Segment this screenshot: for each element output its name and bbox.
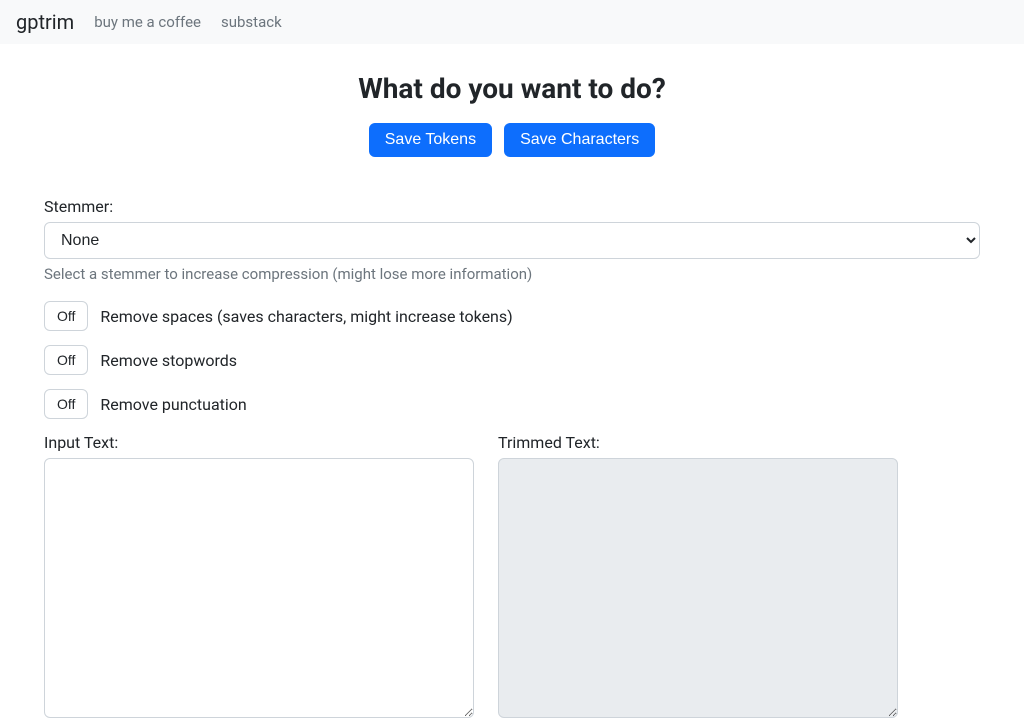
toggle-remove-stopwords-row: Off Remove stopwords — [44, 345, 980, 375]
stemmer-help-text: Select a stemmer to increase compression… — [44, 265, 980, 283]
toggle-remove-punctuation-row: Off Remove punctuation — [44, 389, 980, 419]
input-textarea[interactable] — [44, 458, 474, 718]
navbar: gptrim buy me a coffee substack — [0, 0, 1024, 44]
stemmer-select[interactable]: None — [44, 222, 980, 259]
output-text-label: Trimmed Text: — [498, 433, 898, 452]
action-buttons: Save Tokens Save Characters — [44, 123, 980, 157]
toggle-remove-punctuation[interactable]: Off — [44, 389, 88, 419]
toggle-remove-spaces-label: Remove spaces (saves characters, might i… — [100, 307, 512, 326]
save-characters-button[interactable]: Save Characters — [504, 123, 655, 157]
toggle-remove-spaces-row: Off Remove spaces (saves characters, mig… — [44, 301, 980, 331]
toggle-remove-stopwords[interactable]: Off — [44, 345, 88, 375]
save-tokens-button[interactable]: Save Tokens — [369, 123, 492, 157]
input-text-label: Input Text: — [44, 433, 474, 452]
toggle-remove-spaces[interactable]: Off — [44, 301, 88, 331]
main-container: What do you want to do? Save Tokens Save… — [32, 72, 992, 718]
toggle-remove-punctuation-label: Remove punctuation — [100, 395, 246, 414]
brand-link[interactable]: gptrim — [16, 10, 74, 34]
page-title: What do you want to do? — [44, 72, 980, 105]
toggle-remove-stopwords-label: Remove stopwords — [100, 351, 237, 370]
stemmer-label: Stemmer: — [44, 197, 980, 216]
output-textarea — [498, 458, 898, 718]
nav-link-substack[interactable]: substack — [221, 13, 282, 31]
nav-link-coffee[interactable]: buy me a coffee — [94, 13, 201, 31]
